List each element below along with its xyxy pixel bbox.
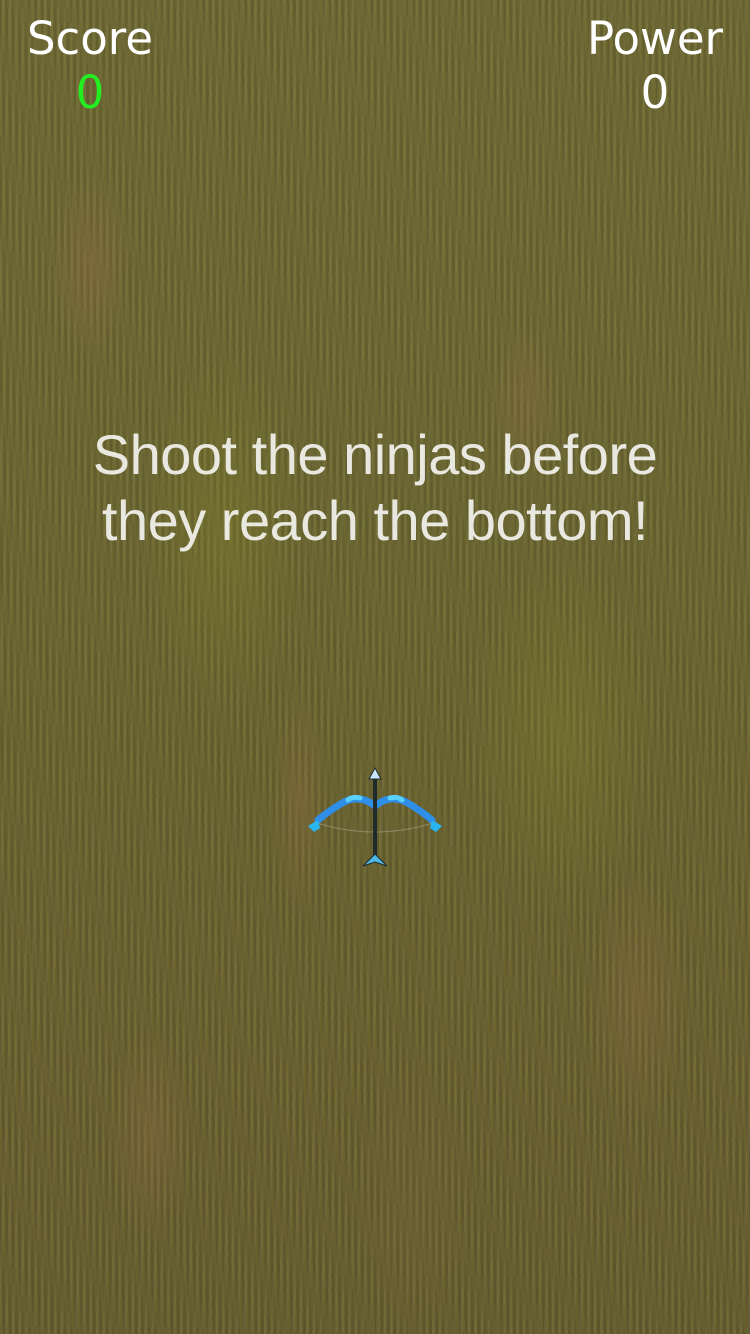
arrow-fletching bbox=[362, 853, 388, 867]
bow-left-tip bbox=[308, 820, 320, 832]
instructions-line-2: they reach the bottom! bbox=[101, 489, 649, 552]
score-value: 0 bbox=[75, 65, 105, 119]
arrow-head bbox=[368, 766, 382, 780]
power-value: 0 bbox=[640, 65, 670, 119]
power-display: Power 0 bbox=[580, 14, 730, 117]
instructions-line-1: Shoot the ninjas before bbox=[92, 423, 658, 486]
instructions-text: Shoot the ninjas before they reach the b… bbox=[60, 422, 690, 554]
bow-and-arrow-icon[interactable] bbox=[300, 762, 450, 872]
score-display: Score 0 bbox=[22, 14, 158, 117]
score-label: Score bbox=[26, 12, 154, 65]
bow-svg bbox=[308, 766, 442, 867]
bow-right-grip bbox=[387, 794, 405, 803]
bow-right-tip bbox=[430, 820, 442, 832]
power-label: Power bbox=[586, 12, 724, 65]
grass-background bbox=[0, 0, 750, 1334]
bow-left-grip bbox=[345, 794, 363, 803]
